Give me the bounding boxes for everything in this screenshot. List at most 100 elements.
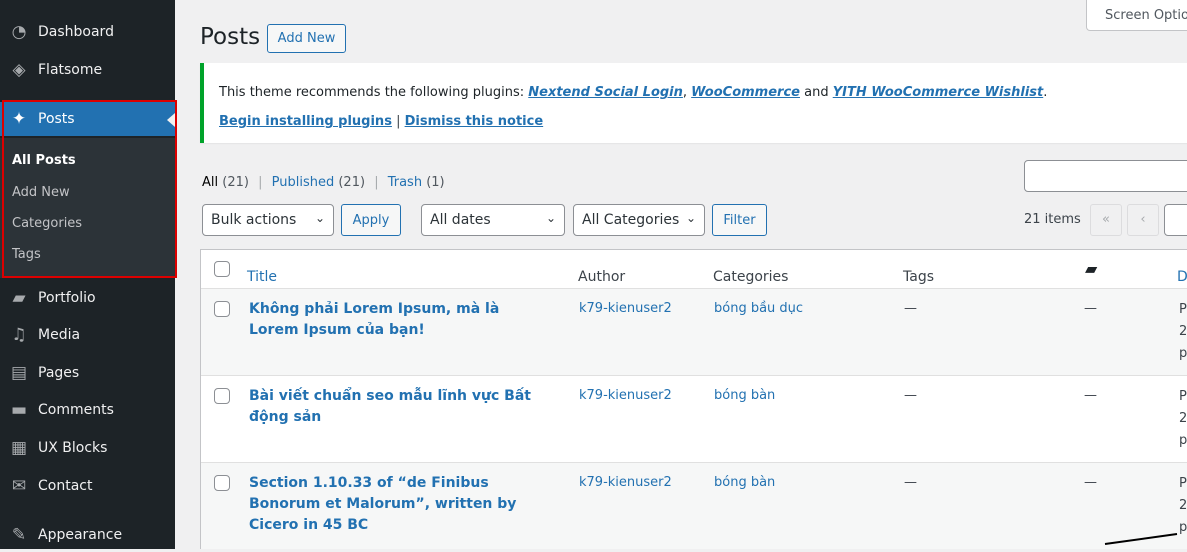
label: Published xyxy=(271,175,335,190)
sep: | xyxy=(374,175,379,190)
count: (21) xyxy=(218,175,249,190)
select-all-checkbox[interactable] xyxy=(214,261,230,277)
bulk-actions-select[interactable]: Bulk actions ⌄ xyxy=(202,204,334,236)
date-line: p xyxy=(1179,346,1187,361)
value: All Categories xyxy=(582,212,680,228)
categories-select[interactable]: All Categories ⌄ xyxy=(573,204,705,236)
tags-value: — xyxy=(904,475,917,490)
add-new-button[interactable]: Add New xyxy=(267,24,346,53)
table-row: Không phải Lorem Ipsum, mà là Lorem Ipsu… xyxy=(201,288,1187,375)
chevron-down-icon: ⌄ xyxy=(685,211,696,225)
date-line: 2 xyxy=(1179,324,1187,339)
chevron-down-icon: ⌄ xyxy=(314,211,325,225)
dismiss-notice-link[interactable]: Dismiss this notice xyxy=(405,114,544,129)
menu-label: Contact xyxy=(38,478,93,494)
notice-text: This theme recommends the following plug… xyxy=(219,85,529,100)
date-line: p xyxy=(1179,433,1187,448)
filter-published[interactable]: Published (21) xyxy=(272,175,365,190)
author-link[interactable]: k79-kienuser2 xyxy=(579,388,672,403)
filter-trash[interactable]: Trash (1) xyxy=(388,175,445,190)
date-value: P 2 p xyxy=(1179,386,1187,452)
col-title[interactable]: Title xyxy=(247,269,277,285)
dashboard-icon: ◔ xyxy=(11,22,27,42)
col-date[interactable]: D xyxy=(1177,269,1187,285)
menu-label: Dashboard xyxy=(38,24,114,40)
col-categories: Categories xyxy=(713,269,789,285)
menu-media[interactable]: ♫ Media xyxy=(0,318,175,352)
link-woocommerce[interactable]: WooCommerce xyxy=(691,85,800,100)
begin-installing-link[interactable]: Begin installing plugins xyxy=(219,114,392,129)
pages-icon: ▤ xyxy=(10,363,28,383)
count: (1) xyxy=(422,175,445,190)
screen-options-button[interactable]: Screen Optio xyxy=(1086,0,1187,31)
category-link[interactable]: bóng bàn xyxy=(714,388,775,403)
menu-label: Pages xyxy=(38,365,80,381)
sep: , xyxy=(682,85,692,100)
menu-appearance[interactable]: ✎ Appearance xyxy=(0,518,175,552)
row-checkbox[interactable] xyxy=(214,388,230,404)
status-filters: All (21) | Published (21) | Trash (1) xyxy=(202,175,445,190)
post-title-link[interactable]: Section 1.10.33 of “de Finibus Bonorum e… xyxy=(249,473,549,536)
menu-posts[interactable]: ✦ Posts xyxy=(0,102,175,136)
link-nextend[interactable]: Nextend Social Login xyxy=(528,85,683,100)
dates-select[interactable]: All dates ⌄ xyxy=(421,204,565,236)
category-link[interactable]: bóng bàn xyxy=(714,475,775,490)
label: All xyxy=(202,175,219,190)
page-title: Posts xyxy=(200,24,261,50)
col-tags: Tags xyxy=(903,269,934,285)
filter-button[interactable]: Filter xyxy=(712,204,767,236)
pin-icon: ✦ xyxy=(11,109,27,129)
menu-ux-blocks[interactable]: ▦ UX Blocks xyxy=(0,431,175,465)
menu-label: Media xyxy=(38,327,81,343)
search-input[interactable] xyxy=(1024,160,1187,192)
prev-page-button[interactable]: ‹ xyxy=(1127,204,1159,236)
media-icon: ♫ xyxy=(11,325,27,345)
category-link[interactable]: bóng bầu dục xyxy=(714,301,803,316)
menu-label: Flatsome xyxy=(38,62,103,78)
date-line: P xyxy=(1179,302,1187,317)
row-checkbox[interactable] xyxy=(214,475,230,491)
menu-label: Comments xyxy=(38,402,114,418)
date-value: P 2 p xyxy=(1179,299,1187,365)
post-title-link[interactable]: Không phải Lorem Ipsum, mà là Lorem Ipsu… xyxy=(249,299,549,341)
submenu-tags[interactable]: Tags xyxy=(12,247,41,262)
date-line: 2 xyxy=(1179,498,1187,513)
filter-all[interactable]: All (21) xyxy=(202,175,249,190)
first-page-button[interactable]: « xyxy=(1090,204,1122,236)
menu-comments[interactable]: ▬ Comments xyxy=(0,393,175,427)
sep: and xyxy=(799,85,833,100)
menu-flatsome[interactable]: ◈ Flatsome xyxy=(0,53,175,87)
author-link[interactable]: k79-kienuser2 xyxy=(579,301,672,316)
page-number-input[interactable] xyxy=(1164,204,1187,236)
posts-table: Title Author Categories Tags ▰ D Không p… xyxy=(200,249,1187,549)
current-menu-arrow xyxy=(167,113,175,127)
date-line: 2 xyxy=(1179,411,1187,426)
submenu-add-new[interactable]: Add New xyxy=(12,185,70,200)
row-checkbox[interactable] xyxy=(214,301,230,317)
mail-icon: ✉ xyxy=(11,476,27,496)
menu-dashboard[interactable]: ◔ Dashboard xyxy=(0,15,175,49)
apply-button[interactable]: Apply xyxy=(341,204,401,236)
author-link[interactable]: k79-kienuser2 xyxy=(579,475,672,490)
submenu-categories[interactable]: Categories xyxy=(12,216,82,231)
post-title-link[interactable]: Bài viết chuẩn seo mẫu lĩnh vực Bất động… xyxy=(249,386,549,428)
blocks-icon: ▦ xyxy=(10,438,28,458)
admin-sidebar: ◔ Dashboard ◈ Flatsome ✦ Posts All Posts Ad… xyxy=(0,0,177,552)
comments-value: — xyxy=(1084,475,1097,490)
menu-label: Portfolio xyxy=(38,290,96,306)
plugin-notice: This theme recommends the following plug… xyxy=(200,63,1187,143)
tags-value: — xyxy=(904,388,917,403)
menu-label: Posts xyxy=(38,111,75,127)
comment-icon[interactable]: ▰ xyxy=(1085,259,1097,278)
comments-value: — xyxy=(1084,301,1097,316)
menu-label: Appearance xyxy=(38,527,123,543)
comments-value: — xyxy=(1084,388,1097,403)
menu-portfolio[interactable]: ▰ Portfolio xyxy=(0,281,175,315)
menu-pages[interactable]: ▤ Pages xyxy=(0,356,175,390)
link-yith[interactable]: YITH WooCommerce Wishlist xyxy=(833,85,1044,100)
count: (21) xyxy=(334,175,366,190)
menu-contact[interactable]: ✉ Contact xyxy=(0,469,175,503)
flatsome-icon: ◈ xyxy=(12,60,26,80)
submenu-all-posts[interactable]: All Posts xyxy=(12,153,76,168)
tags-value: — xyxy=(904,301,917,316)
